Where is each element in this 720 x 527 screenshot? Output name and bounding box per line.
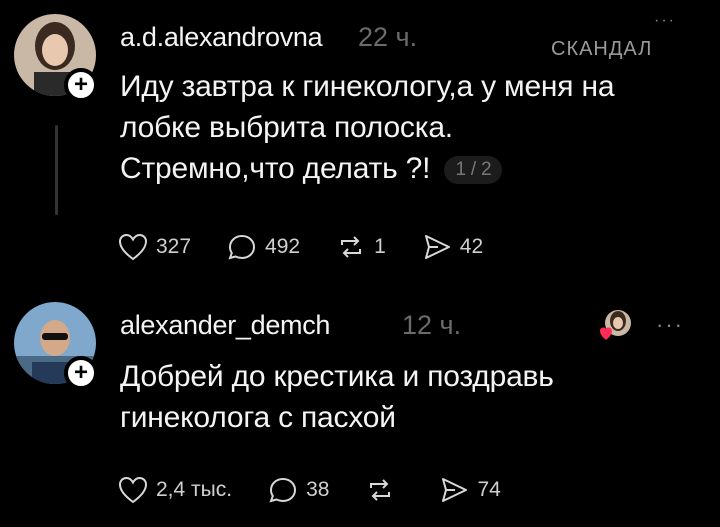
post-text: Иду завтра к гинекологу,а у меня на лобк… (120, 66, 710, 189)
share-button[interactable]: 42 (422, 233, 483, 261)
more-options-button[interactable]: ··· (656, 312, 684, 338)
topic-tag[interactable]: СКАНДАЛ (551, 38, 652, 61)
like-count: 327 (156, 235, 192, 258)
repost-button[interactable]: 1 (336, 233, 386, 261)
like-button[interactable]: 327 (118, 233, 191, 261)
username[interactable]: alexander_demch (120, 310, 330, 341)
share-count: 42 (459, 235, 484, 258)
thread-line (55, 125, 58, 215)
timestamp: 22 ч. (358, 22, 418, 52)
comment-button[interactable]: 492 (227, 233, 300, 261)
liked-by-author-avatar (600, 308, 634, 342)
username[interactable]: a.d.alexandrovna (120, 22, 323, 53)
comment-icon (269, 477, 297, 503)
timestamp: 12 ч. (402, 310, 462, 340)
heart-icon (600, 327, 612, 340)
like-button[interactable]: 2,4 тыс. (118, 476, 232, 504)
post-text-line: Иду завтра к гинекологу,а у меня на (120, 70, 615, 103)
post-2: + alexander_demch 12 ч. ··· Добрей до кр… (0, 290, 720, 527)
like-count: 2,4 тыс. (156, 478, 233, 501)
page-indicator: 1 / 2 (444, 156, 503, 185)
comment-button[interactable]: 38 (268, 476, 329, 504)
post-text-line: Добрей до крестика и поздравь (120, 360, 554, 393)
action-bar: 2,4 тыс. 38 74 (118, 476, 537, 504)
repost-icon (341, 236, 362, 258)
plus-icon: + (73, 71, 88, 98)
post-text-line: лобке выбрита полоска. (120, 111, 453, 144)
share-count: 74 (477, 478, 501, 501)
comment-count: 492 (265, 235, 301, 258)
follow-button[interactable]: + (64, 68, 98, 102)
plus-icon: + (73, 359, 88, 386)
post-text: Добрей до крестика и поздравь гинеколога… (120, 356, 710, 438)
send-icon (442, 478, 468, 502)
post-text-line: Стремно,что делать ?! (120, 152, 431, 185)
post-1: + a.d.alexandrovna 22 ч. СКАНДАЛ ··· Иду… (0, 0, 720, 290)
send-icon (424, 235, 450, 259)
repost-icon (370, 479, 391, 501)
comment-count: 38 (306, 478, 330, 501)
repost-button[interactable] (365, 476, 403, 504)
follow-button[interactable]: + (64, 356, 98, 390)
action-bar: 327 492 1 42 (118, 233, 519, 261)
repost-count: 1 (374, 235, 386, 258)
comment-icon (228, 234, 256, 260)
more-dots[interactable]: ··· (654, 12, 676, 30)
share-button[interactable]: 74 (439, 476, 501, 504)
post-text-line: гинеколога с пасхой (120, 401, 396, 434)
heart-icon (118, 233, 148, 261)
heart-icon (118, 476, 148, 504)
